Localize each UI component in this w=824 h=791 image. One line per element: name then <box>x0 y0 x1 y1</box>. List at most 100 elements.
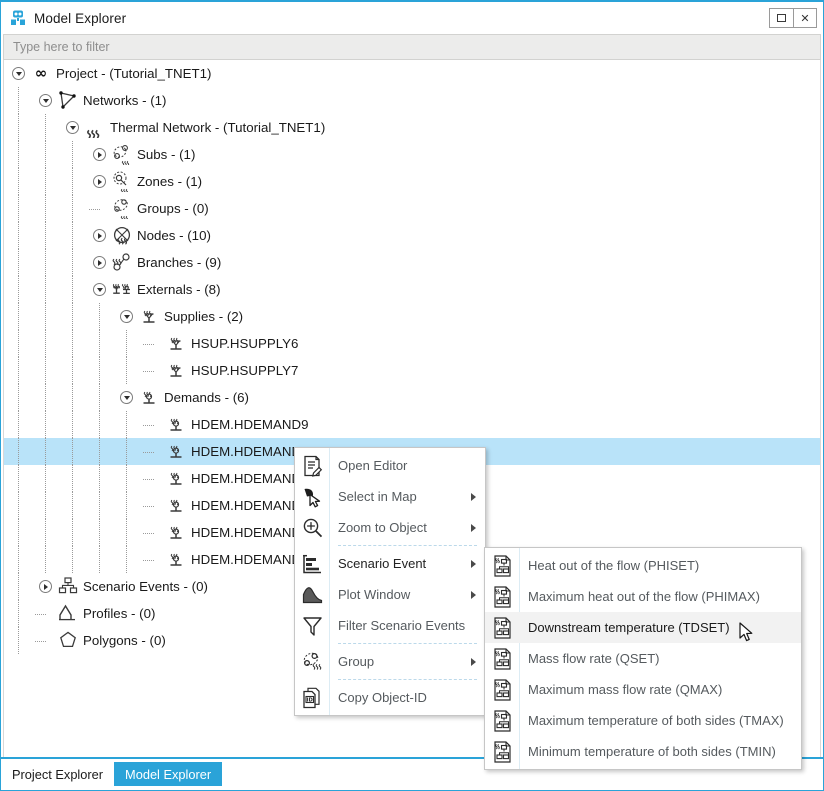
tree-item-label: Scenario Events - (0) <box>83 579 208 594</box>
tree-guide-line <box>45 384 46 411</box>
menu-item[interactable]: Zoom to Object <box>295 512 485 543</box>
submenu-arrow-icon <box>471 524 476 532</box>
externals-icon <box>111 278 133 303</box>
tree-item[interactable]: Supplies - (2) <box>4 303 820 330</box>
tree-guide-line <box>18 114 19 141</box>
tree-item[interactable]: Subs - (1) <box>4 141 820 168</box>
tree-item-label: Project - (Tutorial_TNET1) <box>56 66 211 81</box>
filter-input[interactable]: Type here to filter <box>3 34 821 60</box>
tree-guide-line <box>45 168 46 195</box>
subs-icon <box>111 143 133 168</box>
scenario-event-doc-icon <box>491 740 514 763</box>
branches-icon <box>111 251 133 276</box>
infinity-icon: ∞ <box>30 62 52 87</box>
tree-guide-line <box>126 519 127 546</box>
tree-guide-line <box>72 222 73 249</box>
tree-guide-line <box>99 357 100 384</box>
submenu-item[interactable]: Heat out of the flow (PHISET) <box>485 550 801 581</box>
tree-item-label: Nodes - (10) <box>137 228 211 243</box>
tree-guide-line <box>99 492 100 519</box>
scenario-events-icon <box>57 575 79 600</box>
tree-guide-line <box>45 276 46 303</box>
close-button[interactable]: ✕ <box>793 9 816 27</box>
submenu-item[interactable]: Maximum heat out of the flow (PHIMAX) <box>485 581 801 612</box>
submenu-item[interactable]: Maximum temperature of both sides (TMAX) <box>485 705 801 736</box>
tree-toggle-expanded[interactable] <box>93 283 106 296</box>
menu-item[interactable]: Open Editor <box>295 450 485 481</box>
tree-guide-line <box>72 492 73 519</box>
window-title: Model Explorer <box>34 11 126 26</box>
tree-item[interactable]: ∞ Project - (Tutorial_TNET1) <box>4 60 820 87</box>
submenu-item[interactable]: Minimum temperature of both sides (TMIN) <box>485 736 801 767</box>
tree-toggle-expanded[interactable] <box>120 310 133 323</box>
tree-item[interactable]: HSUP.HSUPPLY6 <box>4 330 820 357</box>
bottom-tab[interactable]: Model Explorer <box>114 762 222 786</box>
tree-item-label: HSUP.HSUPPLY6 <box>191 336 298 351</box>
plot-window-icon <box>301 583 324 606</box>
tree-item-label: HDEM.HDEMAND4 <box>191 471 308 486</box>
zoom-to-object-icon <box>301 516 324 539</box>
tree-guide-line <box>99 546 100 573</box>
tree-elbow <box>143 560 154 561</box>
submenu-item-label: Maximum heat out of the flow (PHIMAX) <box>528 589 760 604</box>
nodes-icon <box>111 224 133 249</box>
menu-item[interactable]: Select in Map <box>295 481 485 512</box>
tree-item[interactable]: Demands - (6) <box>4 384 820 411</box>
tree-item[interactable]: Thermal Network - (Tutorial_TNET1) <box>4 114 820 141</box>
demand-icon <box>165 521 187 546</box>
tree-elbow <box>143 479 154 480</box>
tree-toggle-collapsed[interactable] <box>93 175 106 188</box>
tree-guide-line <box>18 438 19 465</box>
scenario-event-doc-icon <box>491 585 514 608</box>
tree-guide-line <box>18 222 19 249</box>
menu-item[interactable]: IDCopy Object-ID <box>295 682 485 713</box>
tree-item-label: Subs - (1) <box>137 147 195 162</box>
tree-toggle-expanded[interactable] <box>12 67 25 80</box>
submenu-item-label: Heat out of the flow (PHISET) <box>528 558 699 573</box>
bottom-tab[interactable]: Project Explorer <box>1 762 114 786</box>
tree-guide-line <box>45 141 46 168</box>
tree-toggle-collapsed[interactable] <box>39 580 52 593</box>
tree-guide-line <box>45 411 46 438</box>
scenario-event-submenu[interactable]: Heat out of the flow (PHISET) Maximum hea… <box>484 547 802 770</box>
menu-item[interactable]: Plot Window <box>295 579 485 610</box>
tree-toggle-collapsed[interactable] <box>93 229 106 242</box>
tree-item[interactable]: Externals - (8) <box>4 276 820 303</box>
tree-item-label: Polygons - (0) <box>83 633 166 648</box>
menu-item[interactable]: Scenario Event <box>295 548 485 579</box>
menu-separator <box>338 643 477 644</box>
tree-toggle-expanded[interactable] <box>66 121 79 134</box>
tree-item[interactable]: Groups - (0) <box>4 195 820 222</box>
context-menu[interactable]: Open EditorSelect in MapZoom to Object Sc… <box>294 447 486 716</box>
submenu-arrow-icon <box>471 591 476 599</box>
tree-item[interactable]: Zones - (1) <box>4 168 820 195</box>
menu-item[interactable]: Group <box>295 646 485 677</box>
tree-item[interactable]: Branches - (9) <box>4 249 820 276</box>
tree-guide-line <box>45 249 46 276</box>
submenu-item[interactable]: Maximum mass flow rate (QMAX) <box>485 674 801 705</box>
tree-guide-line <box>72 303 73 330</box>
submenu-item-label: Mass flow rate (QSET) <box>528 651 659 666</box>
tree-toggle-expanded[interactable] <box>39 94 52 107</box>
tree-toggle-collapsed[interactable] <box>93 148 106 161</box>
menu-item[interactable]: Filter Scenario Events <box>295 610 485 641</box>
demand-icon <box>165 494 187 519</box>
tree-item[interactable]: HDEM.HDEMAND9 <box>4 411 820 438</box>
tree-item[interactable]: Nodes - (10) <box>4 222 820 249</box>
select-in-map-icon <box>301 485 324 508</box>
supply-icon <box>165 332 187 357</box>
zones-icon <box>111 170 133 195</box>
tree-guide-line <box>72 546 73 573</box>
tree-guide-line <box>18 546 19 573</box>
maximize-button[interactable] <box>770 9 793 27</box>
submenu-item-label: Maximum mass flow rate (QMAX) <box>528 682 722 697</box>
tree-toggle-expanded[interactable] <box>120 391 133 404</box>
scenario-event-doc-icon <box>491 647 514 670</box>
submenu-item[interactable]: Mass flow rate (QSET) <box>485 643 801 674</box>
tree-item[interactable]: HSUP.HSUPPLY7 <box>4 357 820 384</box>
tree-item[interactable]: Networks - (1) <box>4 87 820 114</box>
tree-guide-line <box>99 303 100 330</box>
tree-guide-line <box>45 357 46 384</box>
tree-guide-line <box>126 492 127 519</box>
tree-toggle-collapsed[interactable] <box>93 256 106 269</box>
